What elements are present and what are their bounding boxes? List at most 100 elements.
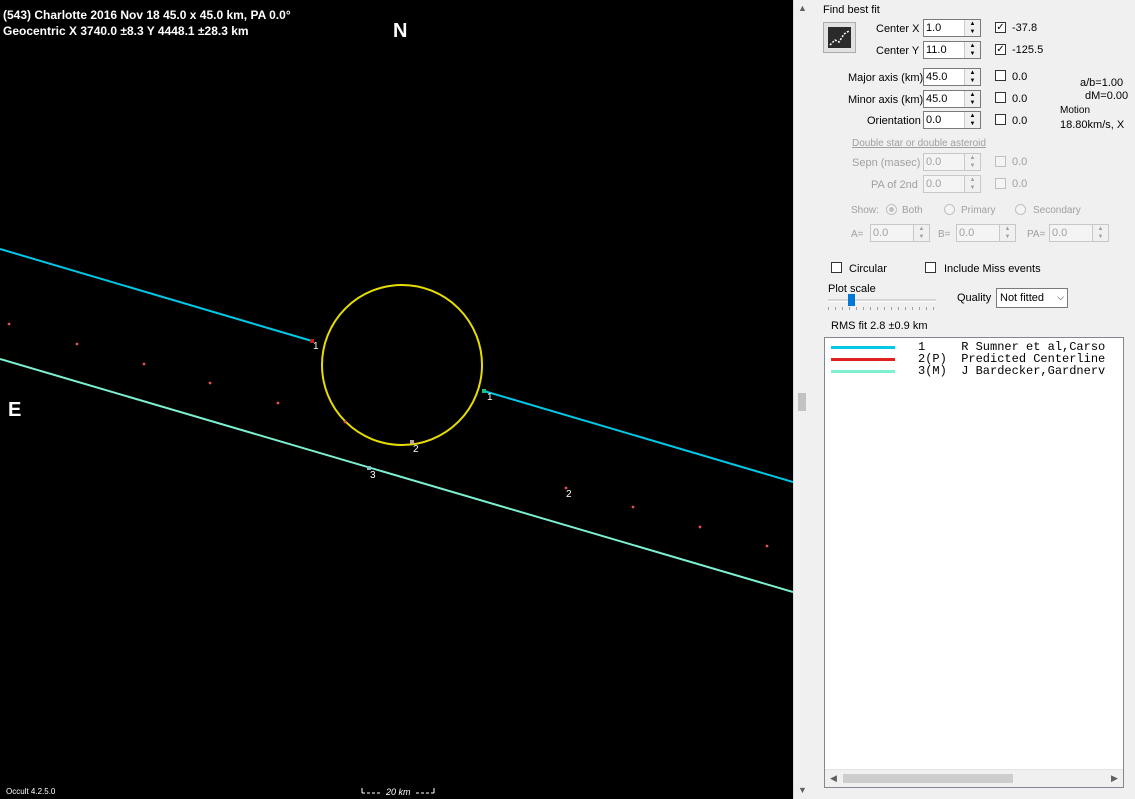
scroll-thumb[interactable] xyxy=(843,774,1013,783)
rms-fit-label: RMS fit 2.8 ±0.9 km xyxy=(831,320,928,332)
predicted-dot xyxy=(631,505,635,509)
observer-legend-list[interactable]: 1 R Sumner et al,Carso 2(P) Predicted Ce… xyxy=(824,337,1124,788)
orientation-checkbox[interactable] xyxy=(995,114,1006,125)
show-primary-radio[interactable] xyxy=(944,204,955,215)
scroll-right-arrow-icon[interactable]: ▶ xyxy=(1106,770,1123,787)
scroll-left-arrow-icon[interactable]: ◀ xyxy=(825,770,842,787)
slider-knob[interactable] xyxy=(848,294,855,306)
dm-label: dM=0.00 xyxy=(1085,90,1129,102)
predicted-dot xyxy=(765,544,769,548)
center-x-checkbox[interactable]: ✓ xyxy=(995,22,1006,33)
major-axis-label: Major axis (km) xyxy=(848,72,924,84)
spinner-icon: ▲ ▼ xyxy=(999,225,1015,241)
minor-axis-label: Minor axis (km) xyxy=(848,94,924,106)
pa-input[interactable]: 0.0 ▲ ▼ xyxy=(1049,224,1109,242)
spinner-icon: ▲ ▼ xyxy=(964,176,980,192)
sepn-result: 0.0 xyxy=(1012,156,1028,168)
legend-swatch xyxy=(831,358,895,361)
sepn-input[interactable]: 0.0 ▲ ▼ xyxy=(923,153,981,171)
pa2nd-result: 0.0 xyxy=(1012,178,1028,190)
predicted-dot xyxy=(276,401,280,405)
circular-checkbox[interactable] xyxy=(831,262,842,273)
quality-select[interactable]: Not fitted ⌵ xyxy=(996,288,1068,308)
include-miss-checkbox[interactable] xyxy=(925,262,936,273)
quality-label: Quality xyxy=(957,292,992,304)
major-axis-result: 0.0 xyxy=(1012,71,1028,83)
chord-label: 1 xyxy=(487,392,493,403)
occultation-plot[interactable]: (543) Charlotte 2016 Nov 18 45.0 x 45.0 … xyxy=(0,0,793,799)
spinner-icon: ▲ ▼ xyxy=(1092,225,1108,241)
center-y-checkbox[interactable]: ✓ xyxy=(995,44,1006,55)
plot-title-line1: (543) Charlotte 2016 Nov 18 45.0 x 45.0 … xyxy=(3,8,291,22)
version-label: Occult 4.2.5.0 xyxy=(6,787,56,796)
legend-item[interactable]: 3(M) J Bardecker,Gardnerv xyxy=(825,365,1123,377)
scroll-thumb[interactable] xyxy=(798,393,806,411)
center-y-input[interactable]: 11.0 ▲ ▼ xyxy=(923,41,981,59)
ab-ratio-label: a/b=1.00 xyxy=(1080,77,1124,89)
a-label: A= xyxy=(851,229,864,240)
sepn-checkbox[interactable] xyxy=(995,156,1006,167)
show-both-radio[interactable] xyxy=(886,204,897,215)
show-primary-label: Primary xyxy=(961,205,996,216)
predicted-dot xyxy=(75,342,79,346)
spinner-icon: ▲ ▼ xyxy=(964,69,980,85)
chord-label: 1 xyxy=(313,341,319,352)
show-secondary-label: Secondary xyxy=(1033,205,1081,216)
north-label: N xyxy=(393,20,408,42)
pa2nd-checkbox[interactable] xyxy=(995,178,1006,189)
find-best-fit-button[interactable] xyxy=(823,22,856,53)
orientation-result: 0.0 xyxy=(1012,115,1028,127)
spinner-icon: ▲ ▼ xyxy=(964,154,980,170)
chord-1-reappear-marker xyxy=(482,389,486,393)
predicted-dot xyxy=(142,362,146,366)
find-best-fit-label: Find best fit xyxy=(823,4,880,16)
predicted-dot xyxy=(7,322,11,326)
double-star-header: Double star or double asteroid xyxy=(852,138,986,149)
show-secondary-radio[interactable] xyxy=(1015,204,1026,215)
predicted-dot xyxy=(343,420,347,424)
minor-axis-result: 0.0 xyxy=(1012,93,1028,105)
center-y-result: -125.5 xyxy=(1012,44,1044,56)
orientation-input[interactable]: 0.0 ▲ ▼ xyxy=(923,111,981,129)
east-label: E xyxy=(8,399,22,421)
spinner-icon: ▲ ▼ xyxy=(964,42,980,58)
fit-chart-icon xyxy=(828,27,851,48)
legend-horizontal-scrollbar[interactable]: ◀ ▶ xyxy=(825,769,1123,787)
center-x-label: Center X xyxy=(876,23,920,35)
pa2nd-input[interactable]: 0.0 ▲ ▼ xyxy=(923,175,981,193)
sepn-label: Sepn (masec) xyxy=(852,157,921,169)
plot-title-line2: Geocentric X 3740.0 ±8.3 Y 4448.1 ±28.3 … xyxy=(3,24,249,38)
legend-swatch xyxy=(831,370,895,373)
a-input[interactable]: 0.0 ▲ ▼ xyxy=(870,224,930,242)
pa-label: PA= xyxy=(1027,229,1046,240)
chord-1-east-segment xyxy=(483,390,793,483)
center-x-input[interactable]: 1.0 ▲ ▼ xyxy=(923,19,981,37)
scroll-up-arrow-icon[interactable]: ▲ xyxy=(794,0,811,17)
asteroid-profile-ellipse xyxy=(321,284,483,446)
orientation-label: Orientation xyxy=(867,115,921,127)
major-axis-checkbox[interactable] xyxy=(995,70,1006,81)
chevron-down-icon: ⌵ xyxy=(1057,292,1064,302)
b-input[interactable]: 0.0 ▲ ▼ xyxy=(956,224,1016,242)
fit-control-panel: Find best fit Center X 1.0 ▲ ▼ ✓ -37.8 Cen… xyxy=(811,0,1135,799)
show-both-label: Both xyxy=(902,205,923,216)
spinner-icon: ▲ ▼ xyxy=(964,20,980,36)
center-y-label: Center Y xyxy=(876,45,920,57)
minor-axis-checkbox[interactable] xyxy=(995,92,1006,103)
chord-label: 2 xyxy=(566,489,572,500)
center-x-result: -37.8 xyxy=(1012,22,1038,34)
scroll-down-arrow-icon[interactable]: ▼ xyxy=(794,782,811,799)
motion-label: Motion xyxy=(1060,105,1091,116)
chord-label: 2 xyxy=(413,444,419,455)
pa2nd-label: PA of 2nd xyxy=(871,179,918,191)
chord-3-line xyxy=(0,358,793,593)
plot-vertical-scrollbar[interactable]: ▲ ▼ xyxy=(793,0,811,799)
minor-axis-input[interactable]: 45.0 ▲ ▼ xyxy=(923,90,981,108)
predicted-dot xyxy=(208,381,212,385)
chord-label: 3 xyxy=(370,470,376,481)
plot-scale-slider[interactable] xyxy=(828,294,936,310)
predicted-dot xyxy=(698,525,702,529)
major-axis-input[interactable]: 45.0 ▲ ▼ xyxy=(923,68,981,86)
circular-label: Circular xyxy=(849,263,887,275)
plot-canvas xyxy=(0,248,793,794)
